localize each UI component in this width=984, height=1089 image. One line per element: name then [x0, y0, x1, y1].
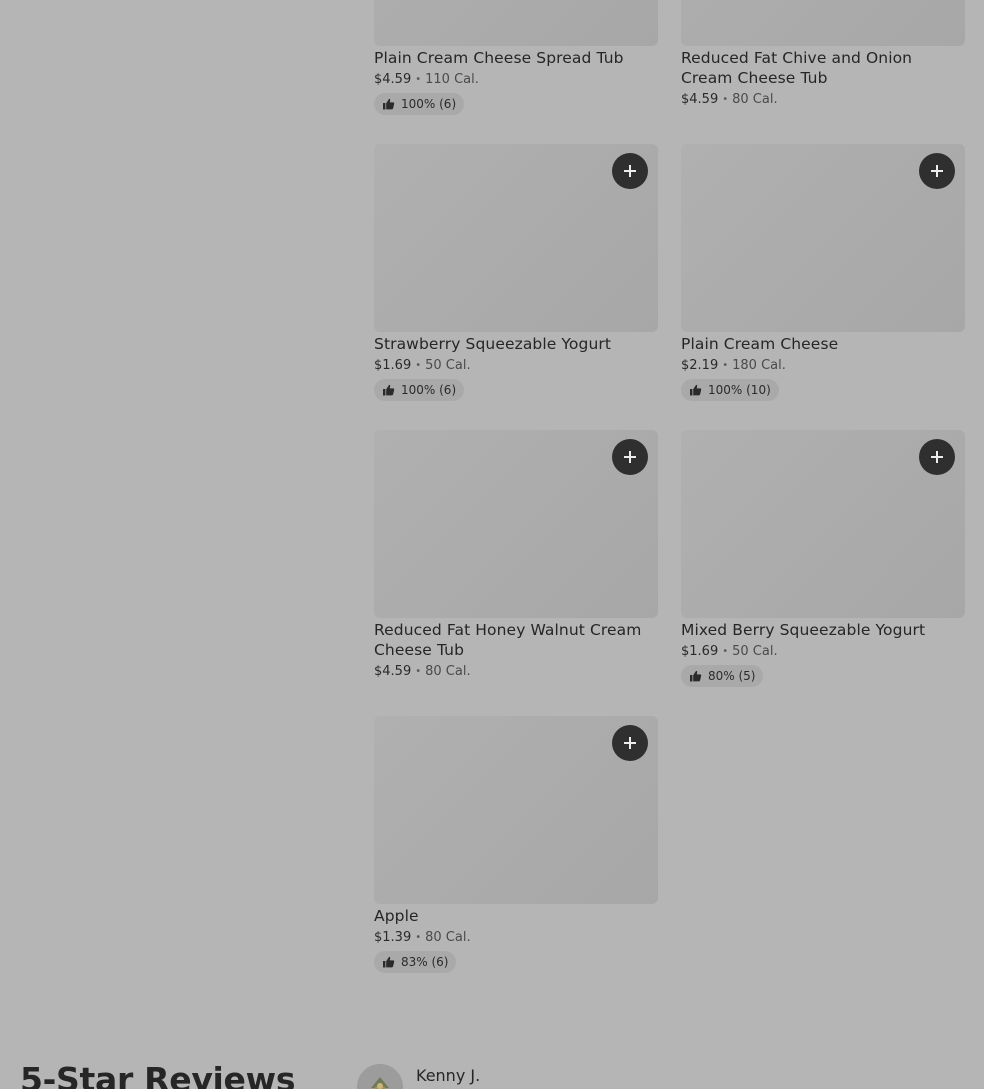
- separator-dot: •: [722, 94, 729, 105]
- product-price: $4.59: [681, 92, 719, 107]
- store-menu-page: Plain Cream Cheese Spread Tub $4.59 • 110 …: [0, 0, 984, 1089]
- product-meta: $1.69 • 50 Cal.: [681, 643, 965, 660]
- plus-icon: [624, 165, 636, 177]
- product-name: Mixed Berry Squeezable Yogurt: [681, 621, 926, 639]
- product-price: $1.69: [681, 644, 719, 659]
- product-info: Reduced Fat Chive and Onion Cream Cheese…: [681, 48, 965, 108]
- product-meta: $2.19 • 180 Cal.: [681, 357, 965, 374]
- reviews-heading: 5-Star Reviews: [20, 1060, 296, 1089]
- separator-dot: •: [415, 932, 422, 943]
- product-info: Reduced Fat Honey Walnut Cream Cheese Tu…: [374, 620, 658, 680]
- add-to-cart-button[interactable]: [919, 153, 955, 189]
- product-info: Apple $1.39 • 80 Cal. 83% (6): [374, 906, 658, 973]
- thumbs-up-icon: [382, 956, 395, 968]
- rating-text: 100% (6): [401, 97, 457, 111]
- product-info: Plain Cream Cheese Spread Tub $4.59 • 110 …: [374, 48, 658, 115]
- product-meta: $4.59 • 80 Cal.: [681, 91, 965, 108]
- product-calories: 50 Cal.: [425, 358, 471, 373]
- product-calories: 80 Cal.: [732, 92, 778, 107]
- plus-icon: [624, 737, 636, 749]
- rating-badge: 80% (5): [681, 665, 764, 687]
- plus-icon: [624, 451, 636, 463]
- reviewer-name: Kenny J.: [416, 1066, 481, 1085]
- avatar: [357, 1064, 403, 1089]
- add-to-cart-button[interactable]: [919, 439, 955, 475]
- product-meta: $1.39 • 80 Cal.: [374, 929, 658, 946]
- product-name: Strawberry Squeezable Yogurt: [374, 335, 612, 353]
- separator-dot: •: [722, 646, 729, 657]
- product-meta: $1.69 • 50 Cal.: [374, 357, 658, 374]
- product-calories: 80 Cal.: [425, 930, 471, 945]
- rating-text: 100% (6): [401, 383, 457, 397]
- plus-icon: [931, 451, 943, 463]
- product-calories: 80 Cal.: [425, 664, 471, 679]
- separator-dot: •: [415, 360, 422, 371]
- rating-text: 100% (10): [708, 383, 771, 397]
- add-to-cart-button[interactable]: [612, 725, 648, 761]
- product-image[interactable]: [681, 0, 965, 46]
- product-calories: 180 Cal.: [732, 358, 786, 373]
- product-meta: $4.59 • 80 Cal.: [374, 663, 658, 680]
- rating-badge: 100% (10): [681, 379, 779, 401]
- rating-text: 83% (6): [401, 955, 449, 969]
- plus-icon: [931, 165, 943, 177]
- product-info: Plain Cream Cheese $2.19 • 180 Cal. 100% (…: [681, 334, 965, 401]
- thumbs-up-icon: [382, 384, 395, 396]
- thumbs-up-icon: [382, 98, 395, 110]
- product-calories: 110 Cal.: [425, 72, 479, 87]
- product-calories: 50 Cal.: [732, 644, 778, 659]
- product-price: $1.39: [374, 930, 412, 945]
- product-name: Reduced Fat Honey Walnut Cream Cheese Tu…: [374, 621, 642, 659]
- product-price: $2.19: [681, 358, 719, 373]
- product-info: Mixed Berry Squeezable Yogurt $1.69 • 50 C…: [681, 620, 965, 687]
- product-price: $4.59: [374, 664, 412, 679]
- add-to-cart-button[interactable]: [612, 153, 648, 189]
- thumbs-up-icon: [689, 384, 702, 396]
- separator-dot: •: [415, 666, 422, 677]
- rating-badge: 83% (6): [374, 951, 457, 973]
- product-name: Reduced Fat Chive and Onion Cream Cheese…: [681, 49, 913, 87]
- separator-dot: •: [415, 74, 422, 85]
- rating-badge: 100% (6): [374, 379, 465, 401]
- separator-dot: •: [722, 360, 729, 371]
- product-name: Plain Cream Cheese Spread Tub: [374, 49, 624, 67]
- rating-badge: 100% (6): [374, 93, 465, 115]
- product-price: $4.59: [374, 72, 412, 87]
- product-image[interactable]: [374, 0, 658, 46]
- product-info: Strawberry Squeezable Yogurt $1.69 • 50 Ca…: [374, 334, 658, 401]
- product-name: Plain Cream Cheese: [681, 335, 839, 353]
- product-name: Apple: [374, 907, 419, 925]
- add-to-cart-button[interactable]: [612, 439, 648, 475]
- product-price: $1.69: [374, 358, 412, 373]
- rating-text: 80% (5): [708, 669, 756, 683]
- thumbs-up-icon: [689, 670, 702, 682]
- product-meta: $4.59 • 110 Cal.: [374, 71, 658, 88]
